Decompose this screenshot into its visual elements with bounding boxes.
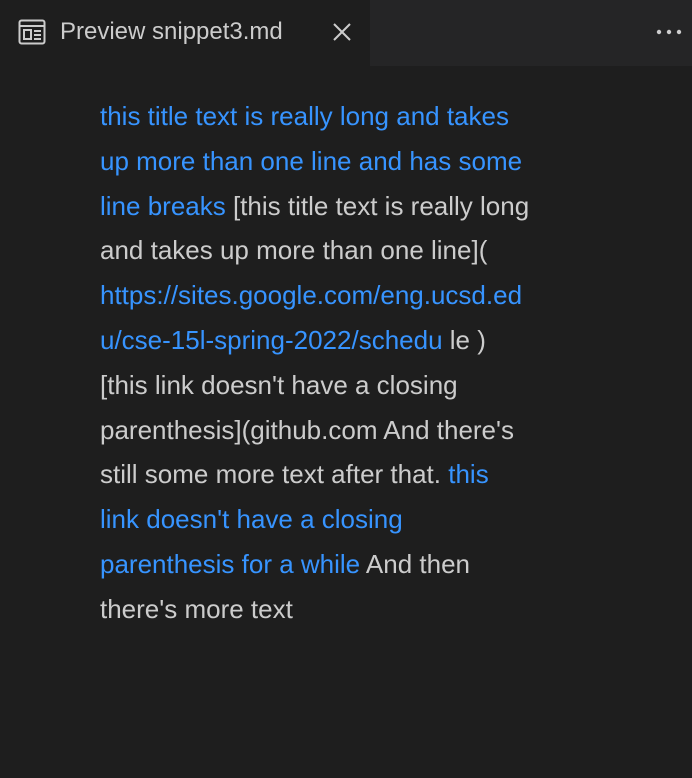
link-text[interactable]: parenthesis for a while bbox=[100, 549, 360, 579]
link-text[interactable]: this title text is really long and takes bbox=[100, 101, 509, 131]
paragraph-text: parenthesis](github.com And there's bbox=[100, 414, 514, 445]
more-actions-icon[interactable] bbox=[652, 17, 686, 47]
markdown-preview: this title text is really long and takes… bbox=[100, 94, 600, 632]
paragraph-text: and takes up more than one line]( bbox=[100, 235, 488, 266]
paragraph-text: [this link doesn't have a closing bbox=[100, 369, 458, 400]
paragraph-text: still some more text after that. bbox=[100, 459, 449, 490]
preview-icon bbox=[18, 19, 46, 45]
tab-preview-snippet3[interactable]: Preview snippet3.md bbox=[0, 0, 370, 66]
link-text[interactable]: this bbox=[448, 459, 488, 489]
paragraph-text: And then bbox=[360, 548, 471, 579]
link-text[interactable]: u/cse-15l-spring-2022/schedu bbox=[100, 325, 443, 355]
paragraph-text: le ) bbox=[442, 324, 486, 355]
link-text[interactable]: line breaks bbox=[100, 191, 226, 221]
link-text[interactable]: up more than one line and has some bbox=[100, 146, 522, 176]
link-text[interactable]: link doesn't have a closing bbox=[100, 504, 403, 534]
paragraph-text: [this title text is really long bbox=[225, 190, 530, 221]
close-icon[interactable] bbox=[330, 20, 354, 44]
editor-tab-bar: Preview snippet3.md bbox=[0, 0, 692, 66]
link-text[interactable]: https://sites.google.com/eng.ucsd.ed bbox=[100, 280, 522, 310]
tab-title: Preview snippet3.md bbox=[60, 18, 283, 45]
paragraph-text: there's more text bbox=[100, 593, 293, 624]
